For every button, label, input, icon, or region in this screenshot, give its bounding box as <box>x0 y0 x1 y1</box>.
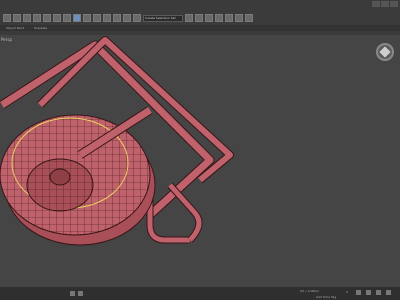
render-icon[interactable] <box>245 14 253 22</box>
render-setup-icon[interactable] <box>235 14 243 22</box>
select-by-name-icon[interactable] <box>63 14 71 22</box>
ribbon-tab-object-paint[interactable]: Object Paint <box>6 26 24 30</box>
lock-icon[interactable] <box>70 291 75 296</box>
material-editor-icon[interactable] <box>225 14 233 22</box>
viewcube-icon[interactable] <box>376 43 394 61</box>
main-toolbar: Create Selection Set <box>0 11 400 25</box>
add-time-tag-button[interactable]: Add Time Tag <box>316 295 336 299</box>
status-bar: 0/1 / 0.00km Add Time Tag 0 <box>0 287 400 300</box>
selection-set-dropdown[interactable]: Create Selection Set <box>143 14 183 22</box>
isolate-icon[interactable] <box>78 291 83 296</box>
curve-editor-icon[interactable] <box>215 14 223 22</box>
spinner-snap-icon[interactable] <box>133 14 141 22</box>
layer-icon[interactable] <box>205 14 213 22</box>
link-icon[interactable] <box>23 14 31 22</box>
snap-icon[interactable] <box>103 14 111 22</box>
perspective-viewport[interactable]: Persp <box>0 35 400 287</box>
next-frame-icon[interactable] <box>366 290 371 295</box>
percent-snap-icon[interactable] <box>123 14 131 22</box>
frame-readout: 0/1 / 0.00km <box>300 289 320 293</box>
close-button[interactable] <box>390 1 398 7</box>
align-icon[interactable] <box>195 14 203 22</box>
ribbon-tab-populate[interactable]: Populate <box>34 26 47 30</box>
play-icon[interactable] <box>356 290 361 295</box>
title-bar <box>0 0 400 10</box>
mirror-icon[interactable] <box>185 14 193 22</box>
mesh-object[interactable] <box>0 35 400 287</box>
minimize-button[interactable] <box>372 1 380 7</box>
frame-counter[interactable]: 0 <box>346 290 348 294</box>
select-icon[interactable] <box>53 14 61 22</box>
maximize-button[interactable] <box>381 1 389 7</box>
rotate-icon[interactable] <box>83 14 91 22</box>
redo-icon[interactable] <box>13 14 21 22</box>
angle-snap-icon[interactable] <box>113 14 121 22</box>
maximize-viewport-icon[interactable] <box>386 290 391 295</box>
center-hub <box>26 158 94 212</box>
bind-icon[interactable] <box>43 14 51 22</box>
undo-icon[interactable] <box>3 14 11 22</box>
unlink-icon[interactable] <box>33 14 41 22</box>
zoom-icon[interactable] <box>376 290 381 295</box>
scale-icon[interactable] <box>93 14 101 22</box>
move-icon[interactable] <box>73 14 81 22</box>
